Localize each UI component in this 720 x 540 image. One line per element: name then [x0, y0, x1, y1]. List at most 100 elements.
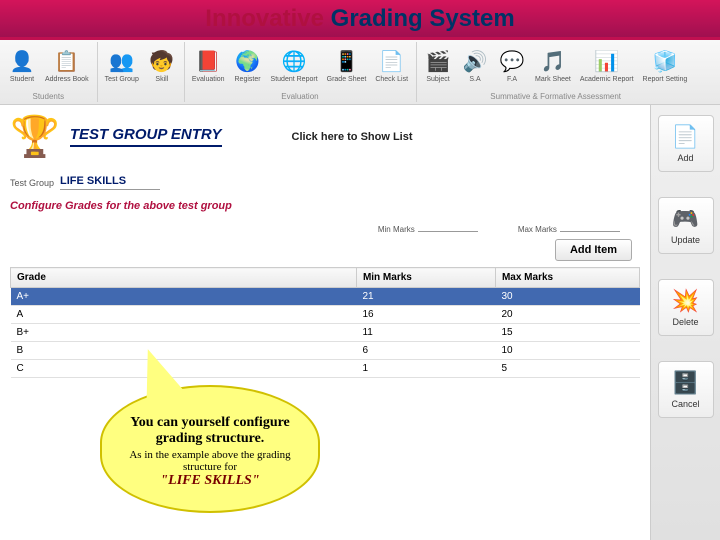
- cancel-label: Cancel: [671, 399, 699, 409]
- toolbar-group: 👥 Test Group 🧒Skill: [101, 42, 185, 102]
- max-marks-label: Max Marks: [518, 225, 557, 234]
- toolbar-group: 📕 Evaluation 🌍 Register 🌐 Student Report 📱 Grad…: [188, 42, 417, 102]
- add-item-button[interactable]: Add Item: [555, 239, 632, 261]
- toolbar-group: 👤Student 📋 Address Book Students: [4, 42, 98, 102]
- toolbar-icon: 🌍: [235, 48, 261, 74]
- toolbar-label: Skill: [155, 76, 168, 83]
- toolbar-label: Grade Sheet: [327, 76, 367, 83]
- toolbar-label: Mark Sheet: [535, 76, 571, 83]
- cell-max: 10: [495, 342, 639, 360]
- delete-button[interactable]: 💥 Delete: [658, 279, 714, 336]
- cell-min: 21: [356, 288, 495, 306]
- toolbar-icon: 🌐: [281, 48, 307, 74]
- toolbar-icon: 🎬: [425, 48, 451, 74]
- col-grade[interactable]: Grade: [11, 268, 357, 288]
- title-rest: Grading System: [331, 5, 515, 32]
- callout-main: You can yourself configure grading struc…: [122, 415, 298, 447]
- show-list-link[interactable]: Click here to Show List: [292, 131, 413, 143]
- toolbar-label: Academic Report: [580, 76, 634, 83]
- toolbar-label: Register: [235, 76, 261, 83]
- toolbar-icon: 📕: [195, 48, 221, 74]
- toolbar-button[interactable]: 🌍 Register: [230, 46, 266, 85]
- max-marks-input[interactable]: [560, 220, 620, 232]
- toolbar-button[interactable]: 📱 Grade Sheet: [323, 46, 371, 85]
- toolbar-group-label: Evaluation: [188, 92, 412, 101]
- toolbar-label: Evaluation: [192, 76, 225, 83]
- toolbar-button[interactable]: 🎬Subject: [420, 46, 456, 85]
- cell-grade: B: [11, 342, 357, 360]
- min-marks-input[interactable]: [418, 220, 478, 232]
- toolbar-label: Student: [10, 76, 34, 83]
- configure-subheading: Configure Grades for the above test grou…: [10, 200, 640, 212]
- toolbar-icon: 📄: [379, 48, 405, 74]
- table-row[interactable]: C15: [11, 360, 640, 378]
- section-title: TEST GROUP ENTRY: [70, 126, 222, 147]
- toolbar-label: Report Setting: [643, 76, 688, 83]
- title-bar: Innovative Grading System: [0, 0, 720, 40]
- cell-min: 1: [356, 360, 495, 378]
- update-button[interactable]: 🎮 Update: [658, 197, 714, 254]
- toolbar-icon: 📱: [333, 48, 359, 74]
- toolbar-button[interactable]: 📊 Academic Report: [576, 46, 638, 85]
- cell-grade: A: [11, 306, 357, 324]
- toolbar-button[interactable]: 💬 F.A: [494, 46, 530, 85]
- cancel-button[interactable]: 🗄️ Cancel: [658, 361, 714, 418]
- toolbar-button[interactable]: 🔊 S.A: [457, 46, 493, 85]
- toolbar-button[interactable]: 👤Student: [4, 46, 40, 85]
- toolbar-icon: 📊: [594, 48, 620, 74]
- table-row[interactable]: B+1115: [11, 324, 640, 342]
- toolbar-icon: 🎵: [540, 48, 566, 74]
- grades-table: Grade Min Marks Max Marks A+2130A1620B+1…: [10, 267, 640, 378]
- add-button[interactable]: 📄 Add: [658, 115, 714, 172]
- table-row[interactable]: A+2130: [11, 288, 640, 306]
- add-label: Add: [677, 153, 693, 163]
- col-min[interactable]: Min Marks: [356, 268, 495, 288]
- toolbar-group-label: Summative & Formative Assessment: [420, 92, 691, 101]
- test-group-input[interactable]: LIFE SKILLS: [60, 175, 160, 190]
- toolbar-group: 🎬Subject🔊 S.A 💬 F.A 🎵 Mark Sheet 📊 Academic Rep…: [420, 42, 695, 102]
- table-row[interactable]: B610: [11, 342, 640, 360]
- toolbar-label: Check List: [375, 76, 408, 83]
- toolbar-button[interactable]: 📕 Evaluation: [188, 46, 229, 85]
- update-icon: 🎮: [672, 206, 699, 232]
- toolbar-button[interactable]: 🎵 Mark Sheet: [531, 46, 575, 85]
- delete-icon: 💥: [672, 288, 699, 314]
- cell-max: 20: [495, 306, 639, 324]
- col-max[interactable]: Max Marks: [495, 268, 639, 288]
- toolbar-button[interactable]: 🧒Skill: [144, 46, 180, 85]
- delete-label: Delete: [672, 317, 698, 327]
- cell-min: 16: [356, 306, 495, 324]
- toolbar-label: Test Group: [105, 76, 139, 83]
- toolbar: 👤Student 📋 Address Book Students 👥 Test Group…: [0, 40, 720, 105]
- toolbar-icon: 👥: [109, 48, 135, 74]
- test-group-label: Test Group: [10, 178, 54, 188]
- cell-max: 5: [495, 360, 639, 378]
- toolbar-icon: 🔊: [462, 48, 488, 74]
- toolbar-icon: 💬: [499, 48, 525, 74]
- toolbar-button[interactable]: 🌐 Student Report: [267, 46, 322, 85]
- toolbar-group-label: Students: [4, 92, 93, 101]
- update-label: Update: [671, 235, 700, 245]
- toolbar-label: F.A: [507, 76, 517, 83]
- cell-max: 30: [495, 288, 639, 306]
- min-marks-label: Min Marks: [378, 225, 415, 234]
- cell-grade: B+: [11, 324, 357, 342]
- cell-max: 15: [495, 324, 639, 342]
- content-area: 🏆 TEST GROUP ENTRY Click here to Show Li…: [0, 105, 650, 540]
- toolbar-button[interactable]: 👥 Test Group: [101, 46, 143, 85]
- table-row[interactable]: A1620: [11, 306, 640, 324]
- toolbar-icon: 🧊: [652, 48, 678, 74]
- cell-min: 11: [356, 324, 495, 342]
- callout-emphasis: "LIFE SKILLS": [122, 473, 298, 489]
- cell-min: 6: [356, 342, 495, 360]
- toolbar-button[interactable]: 📄 Check List: [371, 46, 412, 85]
- toolbar-label: S.A: [469, 76, 480, 83]
- toolbar-label: Address Book: [45, 76, 89, 83]
- toolbar-label: Student Report: [271, 76, 318, 83]
- callout-sub: As in the example above the grading stru…: [122, 449, 298, 473]
- callout-bubble: You can yourself configure grading struc…: [100, 385, 320, 513]
- toolbar-button[interactable]: 🧊 Report Setting: [639, 46, 692, 85]
- toolbar-icon: 📋: [54, 48, 80, 74]
- cancel-icon: 🗄️: [672, 370, 699, 396]
- toolbar-button[interactable]: 📋 Address Book: [41, 46, 93, 85]
